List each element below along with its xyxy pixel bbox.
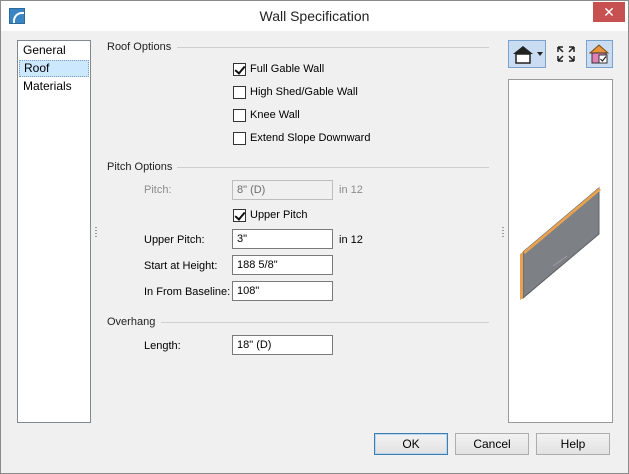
pitch-unit: in 12: [339, 184, 363, 196]
nav-item-materials[interactable]: Materials: [19, 78, 89, 95]
close-icon: ✕: [603, 4, 615, 20]
cancel-button[interactable]: Cancel: [455, 433, 529, 455]
fit-to-window-button[interactable]: [554, 40, 578, 68]
roof-options-heading: Roof Options: [107, 41, 172, 53]
high-shed-gable-wall-label: High Shed/Gable Wall: [250, 86, 358, 98]
pitch-options-divider: [177, 167, 489, 168]
overhang-divider: [161, 322, 489, 323]
full-gable-wall-checkbox[interactable]: [233, 62, 246, 76]
right-splitter-grip[interactable]: [502, 227, 504, 239]
length-field[interactable]: 18" (D): [232, 335, 333, 355]
window-title: Wall Specification: [259, 8, 370, 24]
pitch-options-heading: Pitch Options: [107, 161, 173, 173]
title-bar[interactable]: Wall Specification ✕: [1, 1, 628, 31]
pitch-field[interactable]: 8" (D): [232, 180, 333, 200]
colored-house-icon: [588, 44, 610, 64]
wall-preview[interactable]: [508, 79, 613, 423]
upper-pitch-field[interactable]: 3": [232, 229, 333, 249]
in-from-baseline-label: In From Baseline:: [144, 286, 231, 298]
extend-slope-downward-checkbox[interactable]: [233, 131, 246, 145]
ok-button[interactable]: OK: [374, 433, 448, 455]
high-shed-gable-wall-row[interactable]: High Shed/Gable Wall: [233, 84, 358, 100]
color-view-button[interactable]: [586, 40, 613, 68]
upper-pitch-label: Upper Pitch:: [144, 234, 205, 246]
knee-wall-checkbox[interactable]: [233, 108, 246, 122]
house-camera-icon: [513, 46, 543, 64]
upper-pitch-checkbox[interactable]: [233, 208, 246, 222]
high-shed-gable-wall-checkbox[interactable]: [233, 85, 246, 99]
start-at-height-field[interactable]: 188 5/8": [232, 255, 333, 275]
full-gable-wall-row[interactable]: Full Gable Wall: [233, 61, 324, 77]
upper-pitch-unit: in 12: [339, 234, 363, 246]
nav-item-roof[interactable]: Roof: [19, 60, 89, 77]
knee-wall-row[interactable]: Knee Wall: [233, 107, 300, 123]
wall-3d-preview: [520, 186, 601, 300]
length-label: Length:: [144, 340, 181, 352]
overhang-heading: Overhang: [107, 316, 156, 328]
full-gable-wall-label: Full Gable Wall: [250, 63, 325, 75]
close-button[interactable]: ✕: [593, 2, 625, 22]
fit-to-window-icon: [557, 46, 575, 62]
dialog-window: Wall Specification ✕ General Roof Materi…: [0, 0, 629, 474]
camera-view-button[interactable]: [508, 40, 546, 68]
knee-wall-label: Knee Wall: [250, 109, 300, 121]
start-at-height-label: Start at Height:: [144, 260, 218, 272]
nav-item-general[interactable]: General: [19, 42, 89, 59]
roof-options-divider: [177, 47, 489, 48]
extend-slope-downward-row[interactable]: Extend Slope Downward: [233, 130, 370, 146]
extend-slope-downward-label: Extend Slope Downward: [250, 132, 371, 144]
upper-pitch-toggle-label: Upper Pitch: [250, 209, 308, 221]
help-button[interactable]: Help: [536, 433, 610, 455]
pitch-label: Pitch:: [144, 184, 172, 196]
category-list: General Roof Materials: [17, 40, 91, 423]
left-splitter-grip[interactable]: [95, 227, 97, 239]
upper-pitch-toggle-row[interactable]: Upper Pitch: [233, 207, 307, 223]
in-from-baseline-field[interactable]: 108": [232, 281, 333, 301]
